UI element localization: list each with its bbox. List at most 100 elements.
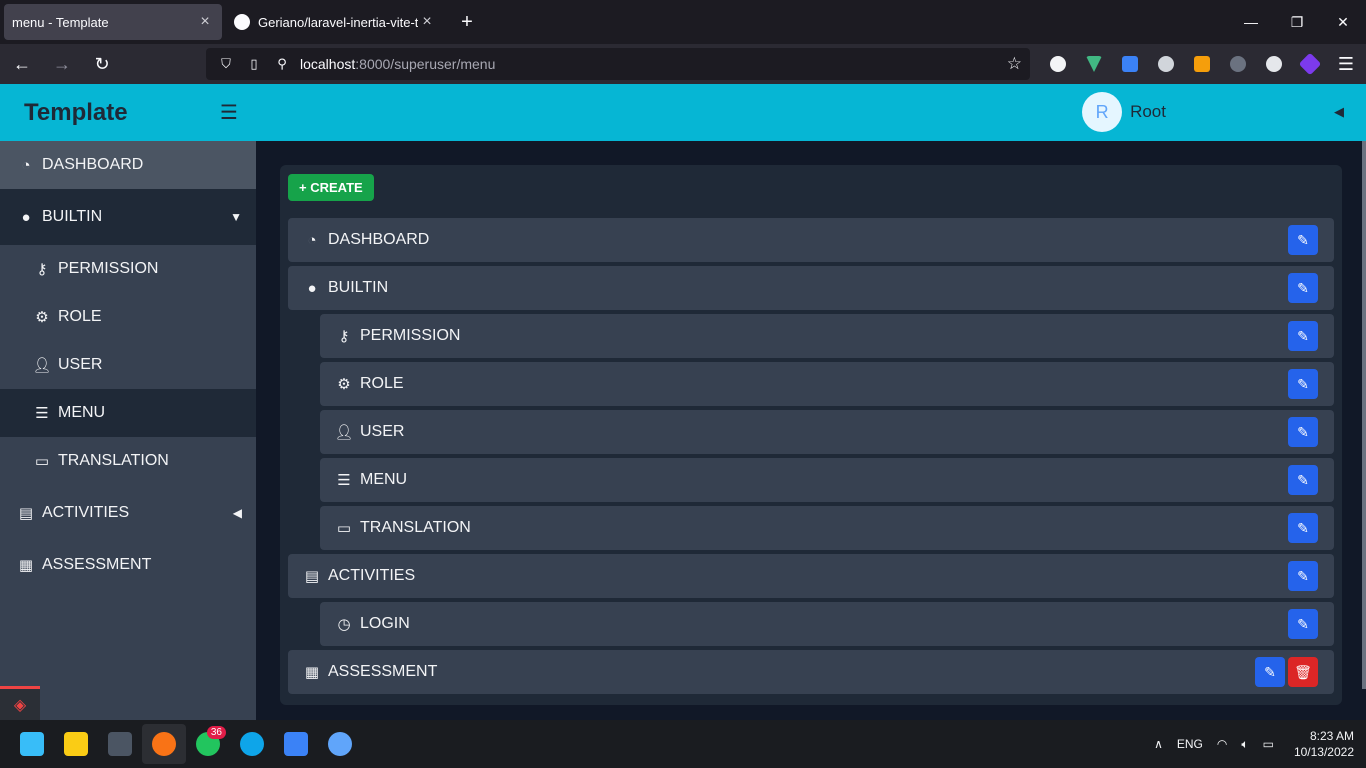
file-clock-icon: ▦ <box>304 664 320 681</box>
taskbar: 36 ∧ ENG ◠ 🔈︎ ▭ 8:23 AM 10/13/2022 <box>0 720 1366 768</box>
sidebar-item-label: PERMISSION <box>58 260 159 277</box>
whatsapp-icon[interactable]: 36 <box>186 724 230 764</box>
crypto-extension-icon[interactable] <box>1292 44 1328 84</box>
reload-icon[interactable]: ↻ <box>84 48 120 80</box>
row-label: TRANSLATION <box>360 519 471 536</box>
file-clock-icon: ▦ <box>18 557 34 574</box>
edit-button[interactable]: ✎ <box>1288 225 1318 255</box>
sidebar-item-label: ASSESSMENT <box>42 556 152 573</box>
edit-button[interactable]: ✎ <box>1288 369 1318 399</box>
file-explorer-icon[interactable] <box>54 724 98 764</box>
sidebar-item-assessment[interactable]: ▦ ASSESSMENT <box>0 541 256 589</box>
sidebar-item-dashboard[interactable]: ◔ DASHBOARD <box>0 141 256 189</box>
bookmark-star-icon[interactable]: ☆ <box>1007 54 1022 74</box>
bars-icon: ☰ <box>337 472 351 489</box>
url-bar[interactable]: ⛉ ▯ ⚲ localhost:8000/superuser/menu ☆ <box>206 48 1030 80</box>
scrollbar[interactable] <box>1362 141 1366 689</box>
edit-button[interactable]: ✎ <box>1288 321 1318 351</box>
user-menu[interactable]: R Root <box>1082 92 1166 132</box>
table-row: ▦ ASSESSMENT ✎ 🗑︎ <box>288 650 1334 694</box>
edit-button[interactable]: ✎ <box>1288 513 1318 543</box>
menu-card: + CREATE ◔ DASHBOARD ✎ ● BUILTIN ✎ ⚷ PER… <box>280 165 1342 705</box>
table-row: ⚷ PERMISSION ✎ <box>320 314 1334 358</box>
clock-date: 10/13/2022 <box>1293 745 1354 759</box>
battery-icon[interactable]: ▭ <box>1263 737 1274 751</box>
sidebar-item-activities[interactable]: ▤ ACTIVITIES ◀ <box>0 485 256 541</box>
telegram-icon[interactable] <box>230 724 274 764</box>
edit-button[interactable]: ✎ <box>1288 273 1318 303</box>
language-icon: ▭ <box>336 520 352 537</box>
sidebar-item-builtin[interactable]: ● BUILTIN ▼ <box>0 189 256 245</box>
edit-button[interactable]: ✎ <box>1288 417 1318 447</box>
fi-extension-icon[interactable] <box>1112 44 1148 84</box>
permissions-icon[interactable]: ⚲ <box>272 56 292 72</box>
extensions-toolbar: ☰ <box>1040 44 1364 84</box>
caret-left-icon[interactable]: ◀ <box>1334 104 1344 120</box>
cookie-icon[interactable] <box>1148 44 1184 84</box>
page-icon[interactable]: ▯ <box>244 56 264 72</box>
wifi-icon[interactable]: ◠ <box>1217 737 1227 751</box>
sidebar-item-role[interactable]: ⚙ ROLE <box>0 293 256 341</box>
back-icon[interactable]: ← <box>4 48 40 80</box>
id-card-icon: ▤ <box>304 568 320 585</box>
create-button[interactable]: + CREATE <box>288 173 374 201</box>
browser-navbar: ← → ↻ ⛉ ▯ ⚲ localhost:8000/superuser/men… <box>0 44 1366 84</box>
close-icon[interactable]: × <box>418 13 436 31</box>
close-window-icon[interactable]: ✕ <box>1320 0 1366 44</box>
forward-icon[interactable]: → <box>44 48 80 80</box>
avatar: R <box>1082 92 1123 132</box>
github-icon <box>234 14 250 30</box>
brand-title[interactable]: Template <box>0 99 256 127</box>
window-controls: — ❐ ✕ <box>1228 0 1366 44</box>
laravel-debugbar-icon[interactable]: ◈ <box>0 686 40 720</box>
language-icon: ▭ <box>34 453 50 470</box>
row-label: BUILTIN <box>328 279 389 296</box>
key-icon: ⚷ <box>36 261 48 278</box>
sidebar-item-user[interactable]: 👤︎ USER <box>0 341 256 389</box>
tab-menu-template[interactable]: menu - Template × <box>4 4 222 40</box>
language-indicator[interactable]: ENG <box>1177 737 1203 751</box>
new-tab-icon[interactable]: + <box>452 11 482 34</box>
sidebar-item-menu[interactable]: ☰ MENU <box>0 389 256 437</box>
terminal-icon[interactable] <box>98 724 142 764</box>
extension-icon[interactable] <box>1184 44 1220 84</box>
minimize-icon[interactable]: — <box>1228 0 1274 44</box>
edit-button[interactable]: ✎ <box>1288 561 1318 591</box>
restore-icon[interactable]: ❐ <box>1274 0 1320 44</box>
edit-button[interactable]: ✎ <box>1288 609 1318 639</box>
close-icon[interactable]: × <box>196 13 214 31</box>
bug-icon[interactable] <box>1220 44 1256 84</box>
delete-button[interactable]: 🗑︎ <box>1288 657 1318 687</box>
windows-start-icon[interactable] <box>10 724 54 764</box>
sidebar-item-label: USER <box>58 356 103 373</box>
clock[interactable]: 8:23 AM 10/13/2022 <box>1294 728 1354 760</box>
vscode-icon[interactable] <box>274 724 318 764</box>
circle-icon: ● <box>307 279 317 297</box>
app-menu-icon[interactable]: ☰ <box>1328 44 1364 84</box>
sidebar-item-permission[interactable]: ⚷ PERMISSION <box>0 245 256 293</box>
sidebar-item-label: TRANSLATION <box>58 452 169 469</box>
firefox-icon[interactable] <box>142 724 186 764</box>
paint-icon[interactable] <box>318 724 362 764</box>
chevron-up-icon[interactable]: ∧ <box>1154 737 1163 751</box>
edit-button[interactable]: ✎ <box>1288 465 1318 495</box>
tab-github[interactable]: Geriano/laravel-inertia-vite-tem × <box>226 4 444 40</box>
shield-icon[interactable]: ⛉ <box>216 56 236 72</box>
volume-icon[interactable]: 🔈︎ <box>1241 737 1248 752</box>
sidebar: ◔ DASHBOARD ● BUILTIN ▼ ⚷ PERMISSION ⚙ R… <box>0 141 256 720</box>
sidebar-item-label: ACTIVITIES <box>42 504 130 521</box>
sidebar-item-translation[interactable]: ▭ TRANSLATION <box>0 437 256 485</box>
sidebar-item-label: MENU <box>58 404 106 421</box>
vue-devtools-icon[interactable] <box>1076 44 1112 84</box>
google-icon[interactable] <box>1040 44 1076 84</box>
row-label: ASSESSMENT <box>328 663 438 680</box>
user-clock-icon: ◷ <box>337 616 351 633</box>
globe-icon[interactable] <box>1256 44 1292 84</box>
hamburger-icon[interactable]: ☰ <box>220 100 238 125</box>
edit-button[interactable]: ✎ <box>1255 657 1285 687</box>
caret-left-icon: ◀ <box>232 506 242 520</box>
dashboard-icon: ◔ <box>307 231 317 249</box>
table-row: ▤ ACTIVITIES ✎ <box>288 554 1334 598</box>
row-label: USER <box>360 423 405 440</box>
main-content: + CREATE ◔ DASHBOARD ✎ ● BUILTIN ✎ ⚷ PER… <box>256 141 1366 720</box>
